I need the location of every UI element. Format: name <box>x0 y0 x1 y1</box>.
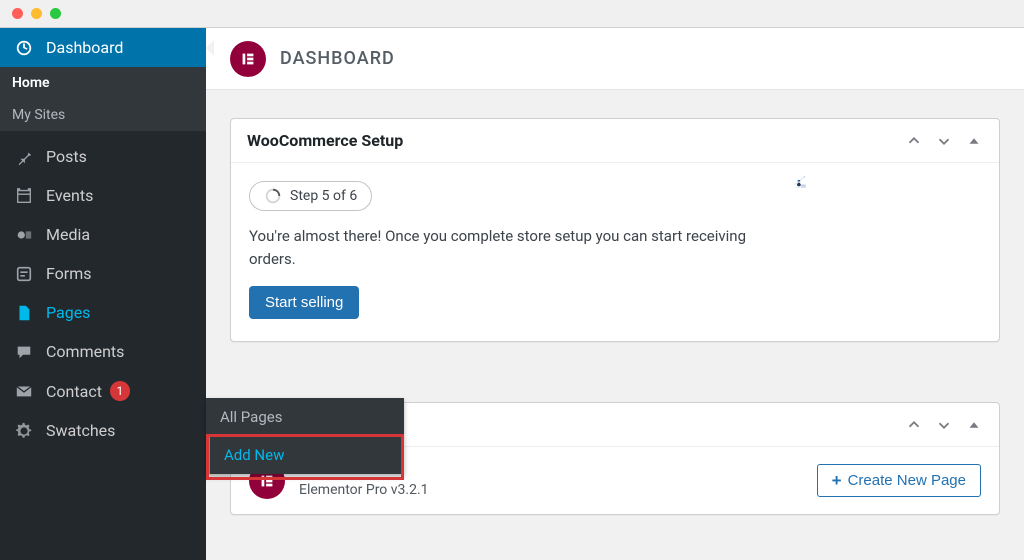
setup-step-pill: Step 5 of 6 <box>249 181 372 211</box>
panel-move-up-icon[interactable] <box>905 132 923 150</box>
step-text: Step 5 of 6 <box>290 188 357 204</box>
sidebar-subitem-home[interactable]: Home <box>0 67 206 99</box>
panel-move-up-icon[interactable] <box>905 416 923 434</box>
pages-flyout-menu: All Pages Add New <box>206 398 404 474</box>
comment-icon <box>12 343 36 361</box>
panel-title: WooCommerce Setup <box>247 131 403 150</box>
flyout-item-add-new[interactable]: Add New <box>206 436 404 474</box>
elementor-logo-icon <box>230 41 266 77</box>
media-icon <box>12 226 36 244</box>
window-minimize-icon[interactable] <box>31 8 42 19</box>
sidebar-item-label: Contact <box>46 382 102 401</box>
page-header: DASHBOARD <box>206 28 1024 90</box>
sidebar-item-label: Pages <box>46 303 90 322</box>
sidebar-item-media[interactable]: Media <box>0 215 206 254</box>
button-label: Create New Page <box>848 472 966 489</box>
spinner-icon <box>264 187 282 205</box>
sidebar-item-label: Events <box>46 186 93 205</box>
sidebar-item-events[interactable]: Events <box>0 176 206 215</box>
sidebar-item-label: Forms <box>46 264 92 283</box>
sidebar-subitem-mysites[interactable]: My Sites <box>0 99 206 131</box>
notification-badge: 1 <box>110 381 130 401</box>
window-zoom-icon[interactable] <box>50 8 61 19</box>
sidebar-item-label: Media <box>46 225 90 244</box>
start-selling-button[interactable]: Start selling <box>249 286 359 319</box>
plus-icon: + <box>832 472 842 489</box>
sidebar-item-label: Posts <box>46 147 87 166</box>
illustration <box>789 173 989 331</box>
sidebar-item-pages[interactable]: Pages <box>0 293 206 332</box>
panel-move-down-icon[interactable] <box>935 416 953 434</box>
woo-message: You're almost there! Once you complete s… <box>249 225 789 270</box>
panel-move-down-icon[interactable] <box>935 132 953 150</box>
sidebar-item-forms[interactable]: Forms <box>0 254 206 293</box>
panel-toggle-icon[interactable] <box>965 416 983 434</box>
sidebar-item-contact[interactable]: Contact 1 <box>0 371 206 411</box>
window-close-icon[interactable] <box>12 8 23 19</box>
forms-icon <box>12 265 36 283</box>
admin-sidebar: Dashboard Home My Sites Posts Events Med… <box>0 28 206 560</box>
mail-icon <box>12 382 36 400</box>
panel-toggle-icon[interactable] <box>965 132 983 150</box>
sidebar-item-swatches[interactable]: Swatches <box>0 411 206 450</box>
create-new-page-button[interactable]: + Create New Page <box>817 464 981 497</box>
pages-icon <box>12 304 36 322</box>
flyout-item-all-pages[interactable]: All Pages <box>206 398 404 436</box>
calendar-icon <box>12 187 36 205</box>
sidebar-item-label: Dashboard <box>46 38 123 57</box>
dashboard-icon <box>12 39 36 57</box>
page-title: DASHBOARD <box>280 48 395 69</box>
sidebar-item-posts[interactable]: Posts <box>0 137 206 176</box>
gear-icon <box>12 422 36 440</box>
woocommerce-setup-panel: WooCommerce Setup Step 5 of 6 You're <box>230 118 1000 342</box>
pin-icon <box>12 148 36 166</box>
sidebar-item-dashboard[interactable]: Dashboard <box>0 28 206 67</box>
sidebar-item-comments[interactable]: Comments <box>0 332 206 371</box>
elementor-pro-version: Elementor Pro v3.2.1 <box>299 481 429 501</box>
sidebar-item-label: Swatches <box>46 421 115 440</box>
main-content: DASHBOARD WooCommerce Setup <box>206 28 1024 560</box>
sidebar-submenu-dashboard: Home My Sites <box>0 67 206 131</box>
sidebar-item-label: Comments <box>46 342 124 361</box>
browser-titlebar <box>0 0 1024 28</box>
